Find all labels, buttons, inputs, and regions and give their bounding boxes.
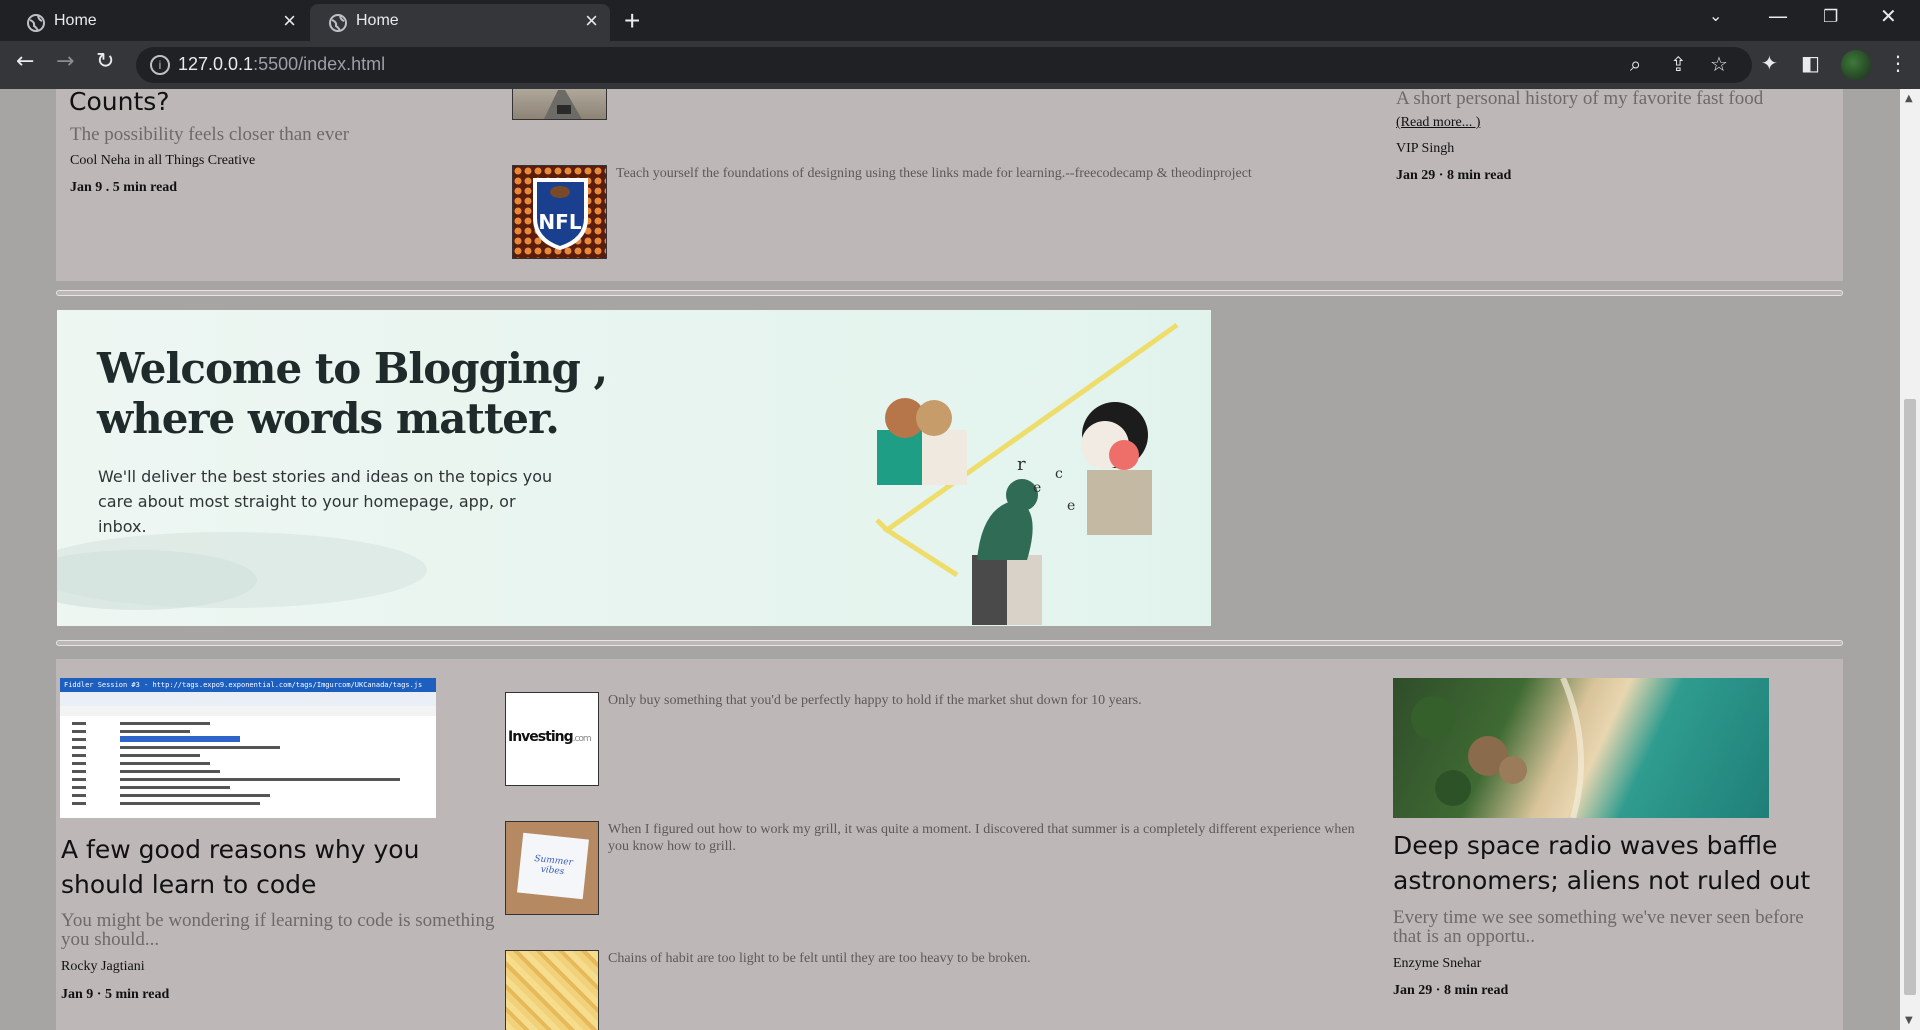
tab-label: Home: [54, 12, 97, 29]
close-icon[interactable]: ×: [283, 8, 296, 34]
image-caption: Fiddler Session #3 - http://tags.expo9.e…: [60, 678, 436, 692]
article-snippet[interactable]: Chains of habit are too light to be felt…: [608, 950, 1368, 967]
nfl-logo-icon: NFL: [513, 166, 606, 258]
forward-icon[interactable]: →: [56, 49, 74, 74]
investing-thumbnail[interactable]: Investing.com: [505, 692, 599, 786]
pattern-thumbnail[interactable]: [505, 950, 599, 1030]
tab-home-2[interactable]: Home ×: [310, 4, 610, 41]
featured-panel-top: [56, 89, 1843, 281]
code-screenshot-thumbnail[interactable]: Fiddler Session #3 - http://tags.expo9.e…: [60, 678, 436, 818]
page-viewport: Counts? The possibility feels closer tha…: [0, 89, 1900, 1030]
svg-text:r: r: [1017, 454, 1026, 475]
side-panel-icon[interactable]: ◧: [1801, 51, 1820, 75]
section-divider: [56, 290, 1843, 296]
article-snippet[interactable]: Teach yourself the foundations of design…: [616, 165, 1316, 182]
article-date: Jan 29 · 8 min read: [1396, 168, 1512, 183]
article-subtitle: Every time we see something we've never …: [1393, 907, 1804, 947]
article-snippet[interactable]: When I figured out how to work my grill,…: [608, 821, 1378, 855]
article-subtitle: A short personal history of my favorite …: [1396, 89, 1764, 109]
section-divider: [56, 640, 1843, 646]
article-title[interactable]: A few good reasons why you should learn …: [61, 832, 491, 902]
scroll-thumb[interactable]: [1904, 399, 1916, 995]
article-subtitle: The possibility feels closer than ever: [70, 124, 350, 145]
back-icon[interactable]: ←: [16, 49, 34, 74]
tab-strip: Home × Home × + ⌄ — ❐ ✕: [0, 0, 1920, 41]
menu-icon[interactable]: ⋮: [1888, 51, 1908, 75]
browser-toolbar: ← → ↻ i 127.0.0.1:5500/index.html ⌕ ⇪ ☆ …: [0, 41, 1920, 89]
nfl-thumbnail[interactable]: NFL: [512, 165, 607, 259]
bookmark-star-icon[interactable]: ☆: [1710, 52, 1728, 76]
article-author: VIP Singh: [1396, 141, 1455, 156]
svg-text:NFL: NFL: [538, 210, 581, 234]
tab-label: Home: [356, 12, 399, 29]
image-text-suffix: .com: [572, 734, 592, 744]
read-more-link[interactable]: (Read more... ): [1396, 115, 1480, 131]
article-date: Jan 9 . 5 min read: [70, 180, 178, 195]
article-snippet[interactable]: Only buy something that you'd be perfect…: [608, 692, 1368, 709]
image-text: Investing: [508, 729, 574, 745]
reload-icon[interactable]: ↻: [96, 49, 114, 74]
banner-heading: Welcome to Blogging , where words matter.: [97, 344, 608, 443]
article-date: Jan 9 · 5 min read: [61, 987, 170, 1002]
article-author: Enzyme Snehar: [1393, 956, 1482, 971]
beach-aerial-thumbnail[interactable]: [1393, 678, 1769, 818]
share-icon[interactable]: ⇪: [1670, 52, 1687, 76]
article-title[interactable]: Counts?: [69, 89, 170, 119]
tab-home-1[interactable]: Home ×: [8, 4, 308, 41]
svg-text:e: e: [1067, 498, 1075, 514]
watercolor-decoration: [57, 532, 427, 610]
new-tab-icon[interactable]: +: [624, 5, 640, 37]
svg-text:e: e: [1033, 480, 1041, 496]
address-bar[interactable]: i 127.0.0.1:5500/index.html ⌕ ⇪ ☆: [136, 47, 1752, 83]
zoom-icon[interactable]: ⌕: [1630, 52, 1641, 76]
info-icon[interactable]: i: [150, 55, 170, 75]
page-scrollbar[interactable]: ▲ ▼: [1900, 89, 1920, 1030]
close-icon[interactable]: ×: [585, 8, 598, 34]
restore-icon[interactable]: ❐: [1823, 7, 1838, 27]
avatar[interactable]: [1841, 50, 1871, 80]
close-window-icon[interactable]: ✕: [1880, 4, 1897, 28]
welcome-banner: Welcome to Blogging , where words matter.…: [57, 310, 1211, 626]
svg-text:c: c: [1055, 466, 1063, 482]
globe-icon: [27, 14, 45, 32]
url-text[interactable]: 127.0.0.1:5500/index.html: [178, 54, 385, 75]
road-thumbnail[interactable]: [512, 89, 607, 120]
scroll-up-icon[interactable]: ▲: [1905, 93, 1913, 104]
article-title[interactable]: Deep space radio waves baffle astronomer…: [1393, 828, 1823, 898]
globe-icon: [329, 14, 347, 32]
summer-vibes-thumbnail[interactable]: Summer vibes: [505, 821, 599, 915]
article-author: Cool Neha in all Things Creative: [70, 153, 256, 168]
article-author: Rocky Jagtiani: [61, 959, 145, 974]
article-subtitle: You might be wondering if learning to co…: [61, 910, 495, 950]
minimize-icon[interactable]: —: [1768, 4, 1788, 28]
tab-search-icon[interactable]: ⌄: [1709, 6, 1722, 25]
extensions-icon[interactable]: ✦: [1761, 51, 1778, 75]
scroll-down-icon[interactable]: ▼: [1905, 1015, 1913, 1026]
article-date: Jan 29 · 8 min read: [1393, 983, 1509, 998]
banner-illustration: r e c e: [875, 322, 1179, 625]
